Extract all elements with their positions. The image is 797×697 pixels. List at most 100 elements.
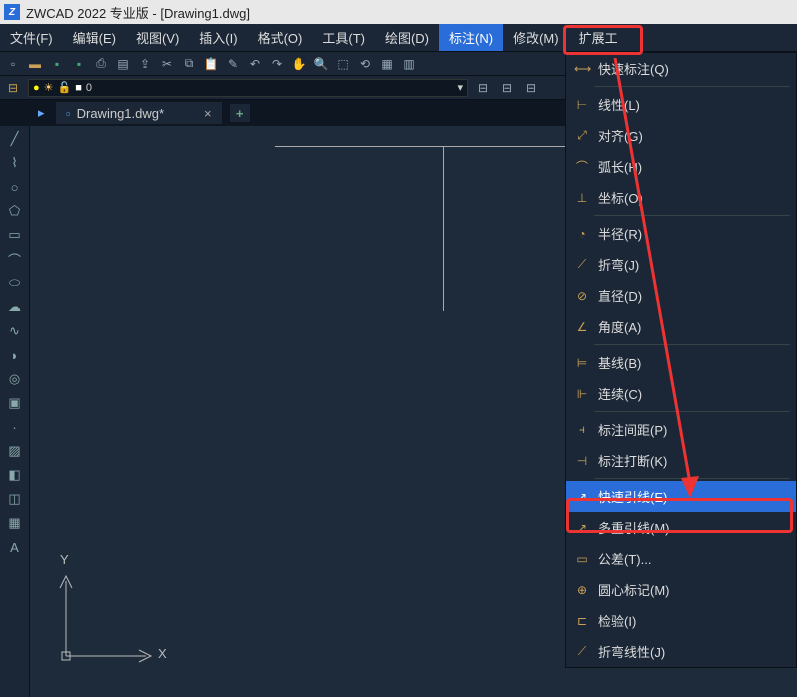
qleader-icon: ↗ [574,490,590,504]
new-icon[interactable]: ▫ [4,55,22,73]
window-title: ZWCAD 2022 专业版 - [Drawing1.dwg] [26,3,250,22]
dd-baseline[interactable]: ⊨基线(B) [566,347,796,378]
layer-color-icon: ■ [75,82,82,94]
layer-state-icon[interactable]: ⊟ [498,79,516,97]
menu-insert[interactable]: 插入(I) [189,24,247,51]
revcloud-icon[interactable]: ☁ [6,298,24,316]
chevron-down-icon: ▾ [457,81,463,94]
dd-ordinate[interactable]: ⊥坐标(O) [566,182,796,213]
dd-qleader[interactable]: ↗快速引线(E) [566,481,796,512]
baseline-icon: ⊨ [574,356,590,370]
menu-edit[interactable]: 编辑(E) [63,24,126,51]
joglinear-icon: ⟋ [574,644,590,659]
region-icon[interactable]: ◫ [6,490,24,508]
copy-icon[interactable]: ⧉ [180,55,198,73]
gradient-icon[interactable]: ◧ [6,466,24,484]
paste-icon[interactable]: 📋 [202,55,220,73]
tab-title: Drawing1.dwg* [77,106,164,121]
dd-aligned[interactable]: ⤢对齐(G) [566,120,796,151]
properties-icon[interactable]: ▦ [378,55,396,73]
ordinate-icon: ⊥ [574,191,590,205]
publish-icon[interactable]: ⇪ [136,55,154,73]
block-icon[interactable]: ▣ [6,394,24,412]
layer-name: 0 [86,82,92,94]
match-icon[interactable]: ✎ [224,55,242,73]
layer-iso-icon[interactable]: ⊟ [522,79,540,97]
zoom-prev-icon[interactable]: ⟲ [356,55,374,73]
table-icon[interactable]: ▦ [6,514,24,532]
dimspace-icon: ⫞ [574,422,590,437]
ucs-y-label: Y [60,552,69,567]
calc-icon[interactable]: ▥ [400,55,418,73]
point-icon[interactable]: · [6,418,24,436]
save-icon[interactable]: ▪ [48,55,66,73]
layer-dropdown[interactable]: ● ☀ 🔓 ■ 0 ▾ [28,79,468,97]
line-icon[interactable]: ╱ [6,130,24,148]
separator [594,215,790,216]
donut-icon[interactable]: ◎ [6,370,24,388]
draw-toolbar: ╱ ⌇ ○ ⬠ ▭ ⌒ ⬭ ☁ ∿ ◗ ◎ ▣ · ▨ ◧ ◫ ▦ A [0,126,30,697]
preview-icon[interactable]: ▤ [114,55,132,73]
dimbreak-icon: ⊣ [574,454,590,468]
menu-tools[interactable]: 工具(T) [312,24,375,51]
cut-icon[interactable]: ✂ [158,55,176,73]
dd-quickdim[interactable]: ⟷快速标注(Q) [566,53,796,84]
menu-view[interactable]: 视图(V) [126,24,189,51]
hatch-icon[interactable]: ▨ [6,442,24,460]
title-bar[interactable]: Z ZWCAD 2022 专业版 - [Drawing1.dwg] [0,0,797,24]
zoom-window-icon[interactable]: ⬚ [334,55,352,73]
dd-linear[interactable]: ⊢线性(L) [566,89,796,120]
tab-close-icon[interactable]: × [204,106,212,121]
circle-icon[interactable]: ○ [6,178,24,196]
dd-radius[interactable]: ◔半径(R) [566,218,796,249]
rectangle-icon[interactable]: ▭ [6,226,24,244]
app-icon: Z [4,4,20,20]
redo-icon[interactable]: ↷ [268,55,286,73]
dd-center[interactable]: ⊕圆心标记(M) [566,574,796,605]
dd-space[interactable]: ⫞标注间距(P) [566,414,796,445]
zoom-icon[interactable]: 🔍 [312,55,330,73]
new-tab-button[interactable]: + [230,104,250,122]
pan-icon[interactable]: ✋ [290,55,308,73]
menu-draw[interactable]: 绘图(D) [375,24,439,51]
ellipse-arc-icon[interactable]: ◗ [6,346,24,364]
layer-prev-icon[interactable]: ⊟ [474,79,492,97]
layer-manager-icon[interactable]: ⊟ [4,79,22,97]
menu-format[interactable]: 格式(O) [248,24,313,51]
dd-tolerance[interactable]: ▭公差(T)... [566,543,796,574]
menu-ext[interactable]: 扩展工 [569,24,628,51]
menu-dimension[interactable]: 标注(N) [439,24,503,51]
dd-inspect[interactable]: ⊏检验(I) [566,605,796,636]
saveall-icon[interactable]: ▪ [70,55,88,73]
quickdim-icon: ⟷ [574,62,590,76]
plot-icon[interactable]: ⎙ [92,55,110,73]
document-tab[interactable]: ▫ Drawing1.dwg* × [56,102,222,124]
ellipse-icon[interactable]: ⬭ [6,274,24,292]
separator [594,478,790,479]
continue-icon: ⊩ [574,387,590,401]
pin-icon[interactable]: ▸ [38,105,45,121]
diameter-icon: ⊘ [574,289,590,303]
dd-continue[interactable]: ⊩连续(C) [566,378,796,409]
ucs-icon: Y X [46,566,166,679]
dd-angular[interactable]: ∠角度(A) [566,311,796,342]
spline-icon[interactable]: ∿ [6,322,24,340]
dd-break[interactable]: ⊣标注打断(K) [566,445,796,476]
polyline-icon[interactable]: ⌇ [6,154,24,172]
dd-mleader[interactable]: ↗多重引线(M) [566,512,796,543]
dd-jogged[interactable]: ⟋折弯(J) [566,249,796,280]
menu-bar: 文件(F) 编辑(E) 视图(V) 插入(I) 格式(O) 工具(T) 绘图(D… [0,24,797,52]
radius-icon: ◔ [574,227,590,241]
dd-arc[interactable]: ⌒弧长(H) [566,151,796,182]
open-icon[interactable]: ▬ [26,55,44,73]
arc-icon[interactable]: ⌒ [6,250,24,268]
layer-freeze-icon: ☀ [44,81,54,94]
undo-icon[interactable]: ↶ [246,55,264,73]
menu-file[interactable]: 文件(F) [0,24,63,51]
menu-modify[interactable]: 修改(M) [503,24,569,51]
layer-on-icon: ● [33,82,40,94]
dd-diameter[interactable]: ⊘直径(D) [566,280,796,311]
dd-joglinear[interactable]: ⟋折弯线性(J) [566,636,796,667]
polygon-icon[interactable]: ⬠ [6,202,24,220]
mtext-icon[interactable]: A [6,538,24,556]
